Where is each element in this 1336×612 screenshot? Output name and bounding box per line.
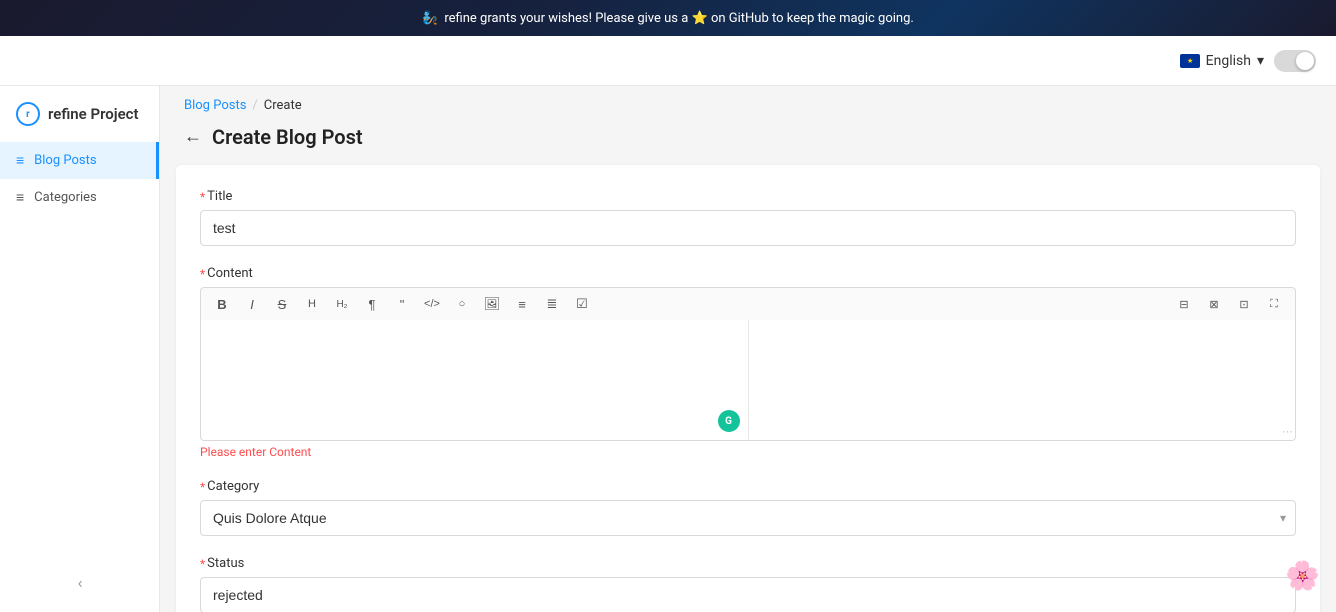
language-arrow: ▾ [1257,53,1264,69]
editor-body: G ⋯ [200,320,1296,441]
blog-posts-icon: ≡ [16,152,24,169]
toolbar-bullet-list[interactable]: ≡ [509,292,535,316]
breadcrumb-separator: / [252,98,257,113]
banner-emoji: 🧞 [422,11,438,26]
sidebar-item-categories[interactable]: ≡ Categories [0,179,159,216]
language-selector[interactable]: ★ English ▾ [1180,53,1264,69]
toolbar-strikethrough[interactable]: S [269,292,295,316]
editor-toolbar: B I S H H₂ ¶ " </> ○ 🖼 ≡ ≣ ☑ [200,287,1296,320]
toolbar-view-split[interactable]: ⊟ [1171,292,1197,316]
toolbar-left: B I S H H₂ ¶ " </> ○ 🖼 ≡ ≣ ☑ [209,292,595,316]
toolbar-task-list[interactable]: ☑ [569,292,595,316]
category-field: * Category Quis Dolore Atque ▾ [200,479,1296,536]
sidebar-item-label-blog: Blog Posts [34,153,96,168]
sidebar: r refine Project ≡ Blog Posts ≡ Categori… [0,86,160,612]
toolbar-view-edit[interactable]: ⊠ [1201,292,1227,316]
back-button[interactable]: ← [184,128,202,146]
app-layout: r refine Project ≡ Blog Posts ≡ Categori… [0,86,1336,612]
breadcrumb: Blog Posts / Create [160,86,1336,121]
banner-text: refine grants your wishes! Please give u… [444,11,913,26]
category-select-wrapper: Quis Dolore Atque ▾ [200,500,1296,536]
toolbar-italic[interactable]: I [239,292,265,316]
toolbar-heading1[interactable]: H [299,292,325,316]
content-label: * Content [200,266,1296,281]
top-banner: 🧞 refine grants your wishes! Please give… [0,0,1336,36]
title-label: * Title [200,189,1296,204]
grammarly-icon: G [718,410,740,432]
content-field: * Content B I S H H₂ ¶ " </> ○ [200,266,1296,459]
toolbar-bold[interactable]: B [209,292,235,316]
toolbar-heading2[interactable]: H₂ [329,292,355,316]
content-required-star: * [200,267,205,281]
sidebar-collapse-button[interactable]: ‹ [78,573,83,592]
sidebar-logo: r refine Project [0,94,159,142]
header-bar: ★ English ▾ [0,36,1336,86]
toolbar-image[interactable]: 🖼 [479,292,505,316]
sidebar-item-blog-posts[interactable]: ≡ Blog Posts [0,142,159,179]
form-section: * Title * Content B I S H [176,165,1320,612]
theme-toggle[interactable] [1274,50,1316,72]
editor-left-pane[interactable]: G [201,320,749,440]
status-input[interactable] [200,577,1296,612]
status-field: * Status [200,556,1296,612]
toolbar-fullscreen[interactable]: ⛶ [1261,292,1287,316]
page-title: Create Blog Post [212,125,363,149]
breadcrumb-parent[interactable]: Blog Posts [184,98,246,113]
editor-resize-handle[interactable]: ⋯ [1282,425,1293,438]
page-header: ← Create Blog Post [160,121,1336,165]
logo-icon: r [16,102,40,126]
toolbar-blockquote[interactable]: " [389,292,415,316]
category-select[interactable]: Quis Dolore Atque [200,500,1296,536]
title-input[interactable] [200,210,1296,246]
category-label: * Category [200,479,1296,494]
status-required-star: * [200,557,205,571]
toolbar-right: ⊟ ⊠ ⊡ ⛶ [1171,292,1287,316]
flag-icon: ★ [1180,54,1200,68]
toolbar-paragraph[interactable]: ¶ [359,292,385,316]
toolbar-inline-code[interactable]: ○ [449,292,475,316]
main-content: Blog Posts / Create ← Create Blog Post *… [160,86,1336,612]
editor-right-pane [749,320,1296,440]
language-label: English [1206,53,1251,69]
sidebar-logo-text: refine Project [48,105,139,123]
toolbar-code[interactable]: </> [419,292,445,316]
title-field: * Title [200,189,1296,246]
toolbar-view-preview[interactable]: ⊡ [1231,292,1257,316]
sidebar-item-label-categories: Categories [34,190,97,205]
category-required-star: * [200,480,205,494]
categories-icon: ≡ [16,189,24,206]
breadcrumb-current: Create [264,98,302,113]
flower-decoration: 🌸 [1285,559,1320,592]
status-label: * Status [200,556,1296,571]
content-error: Please enter Content [200,445,1296,459]
toolbar-ordered-list[interactable]: ≣ [539,292,565,316]
title-required-star: * [200,190,205,204]
